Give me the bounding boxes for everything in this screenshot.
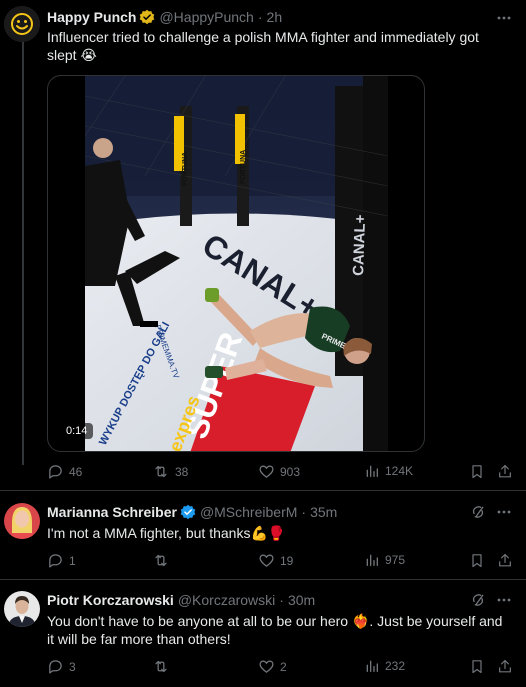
views-icon	[366, 465, 378, 477]
share-button[interactable]	[497, 463, 518, 480]
author-name[interactable]: Piotr Korczarowski	[47, 592, 174, 608]
like-count: 2	[280, 659, 287, 674]
bookmark-button[interactable]	[469, 463, 490, 480]
reply-count: 3	[69, 659, 76, 674]
author-handle[interactable]: @MSchreiberM	[200, 504, 297, 520]
views-count: 232	[385, 659, 406, 673]
reply-button[interactable]: 1	[47, 552, 76, 569]
like-icon	[259, 660, 274, 673]
video-thumbnail: CANAL+ FORTUNA FORTUNA CANAL+ WYKUP DOST…	[85, 76, 388, 451]
post-actions: 1 19 975	[47, 552, 517, 572]
like-count: 19	[280, 553, 294, 568]
author-handle[interactable]: @Korczarowski	[178, 592, 275, 608]
avatar-image	[4, 591, 40, 627]
post-time[interactable]: 2h	[267, 9, 283, 25]
bookmark-icon	[472, 465, 482, 479]
repost-icon	[155, 554, 167, 567]
fence-sponsor-right: FORTUNA	[240, 150, 247, 184]
views-count: 124K	[385, 464, 414, 478]
fence-sponsor-left: FORTUNA	[182, 152, 189, 186]
video-frame[interactable]: CANAL+ FORTUNA FORTUNA CANAL+ WYKUP DOST…	[85, 76, 388, 451]
like-count: 903	[280, 464, 301, 479]
post-time[interactable]: 30m	[288, 592, 315, 608]
views-button[interactable]: 232	[364, 658, 405, 674]
post-happy-punch[interactable]: Happy Punch @HappyPunch · 2h Influencer …	[0, 0, 526, 490]
verified-gold-icon	[139, 9, 155, 25]
post-piotr-korczarowski[interactable]: Piotr Korczarowski @Korczarowski · 30m Y…	[0, 580, 526, 687]
bookmark-button[interactable]	[469, 552, 490, 569]
like-icon	[259, 554, 274, 567]
like-button[interactable]: 19	[258, 552, 293, 569]
post-actions: 46 38 903 124K	[47, 463, 517, 483]
avatar[interactable]	[4, 503, 40, 539]
like-button[interactable]: 2	[258, 658, 287, 675]
separator: ·	[279, 592, 284, 608]
more-icon[interactable]	[496, 10, 512, 29]
video-player[interactable]: CANAL+ FORTUNA FORTUNA CANAL+ WYKUP DOST…	[47, 75, 425, 452]
more-icon[interactable]	[496, 504, 512, 523]
bookmark-button[interactable]	[469, 658, 490, 675]
smiley-avatar-icon	[4, 6, 40, 42]
video-duration: 0:14	[60, 423, 94, 439]
views-button[interactable]: 975	[364, 552, 405, 568]
reply-count: 46	[69, 464, 83, 479]
repost-button[interactable]: 38	[152, 463, 188, 480]
repost-icon	[155, 660, 167, 673]
reply-icon	[49, 465, 62, 479]
verified-blue-icon	[180, 504, 196, 520]
post-header: Marianna Schreiber @MSchreiberM · 35m	[47, 504, 337, 520]
post-actions: 3 2 232	[47, 658, 517, 678]
avatar-image	[4, 503, 40, 539]
bookmark-icon	[472, 660, 482, 674]
reply-count: 1	[69, 553, 76, 568]
separator: ·	[257, 9, 263, 25]
like-button[interactable]: 903	[258, 463, 300, 480]
more-icon[interactable]	[496, 592, 512, 611]
post-header: Happy Punch @HappyPunch · 2h	[47, 9, 282, 25]
share-icon	[499, 659, 511, 673]
repost-button[interactable]	[152, 658, 175, 675]
post-text: Influencer tried to challenge a polish M…	[47, 29, 479, 63]
author-name[interactable]: Happy Punch	[47, 9, 136, 25]
post-text: I'm not a MMA fighter, but thanks💪🥊	[47, 525, 286, 541]
reply-icon	[49, 660, 62, 674]
post-time[interactable]: 35m	[310, 504, 337, 520]
share-button[interactable]	[497, 552, 518, 569]
grok-icon[interactable]	[470, 592, 486, 613]
post-marianna-schreiber[interactable]: Marianna Schreiber @MSchreiberM · 35m I'…	[0, 491, 526, 579]
repost-icon	[155, 465, 167, 478]
repost-button[interactable]	[152, 552, 175, 569]
post-header: Piotr Korczarowski @Korczarowski · 30m	[47, 592, 315, 608]
grok-icon[interactable]	[470, 504, 486, 525]
avatar[interactable]	[4, 6, 40, 42]
reply-button[interactable]: 46	[47, 463, 82, 480]
views-button[interactable]: 124K	[364, 463, 413, 479]
views-icon	[366, 554, 378, 566]
views-icon	[366, 660, 378, 672]
author-name[interactable]: Marianna Schreiber	[47, 504, 177, 520]
fence-logo: CANAL+	[350, 214, 369, 276]
reply-button[interactable]: 3	[47, 658, 76, 675]
bookmark-icon	[472, 554, 482, 568]
repost-count: 38	[175, 464, 189, 479]
share-icon	[499, 464, 511, 478]
share-icon	[499, 553, 511, 567]
avatar[interactable]	[4, 591, 40, 627]
views-count: 975	[385, 553, 406, 567]
like-icon	[259, 465, 274, 478]
separator: ·	[301, 504, 307, 520]
post-text: You don't have to be anyone at all to be…	[47, 613, 503, 647]
share-button[interactable]	[497, 658, 518, 675]
author-handle[interactable]: @HappyPunch	[159, 9, 253, 25]
reply-icon	[49, 554, 62, 568]
